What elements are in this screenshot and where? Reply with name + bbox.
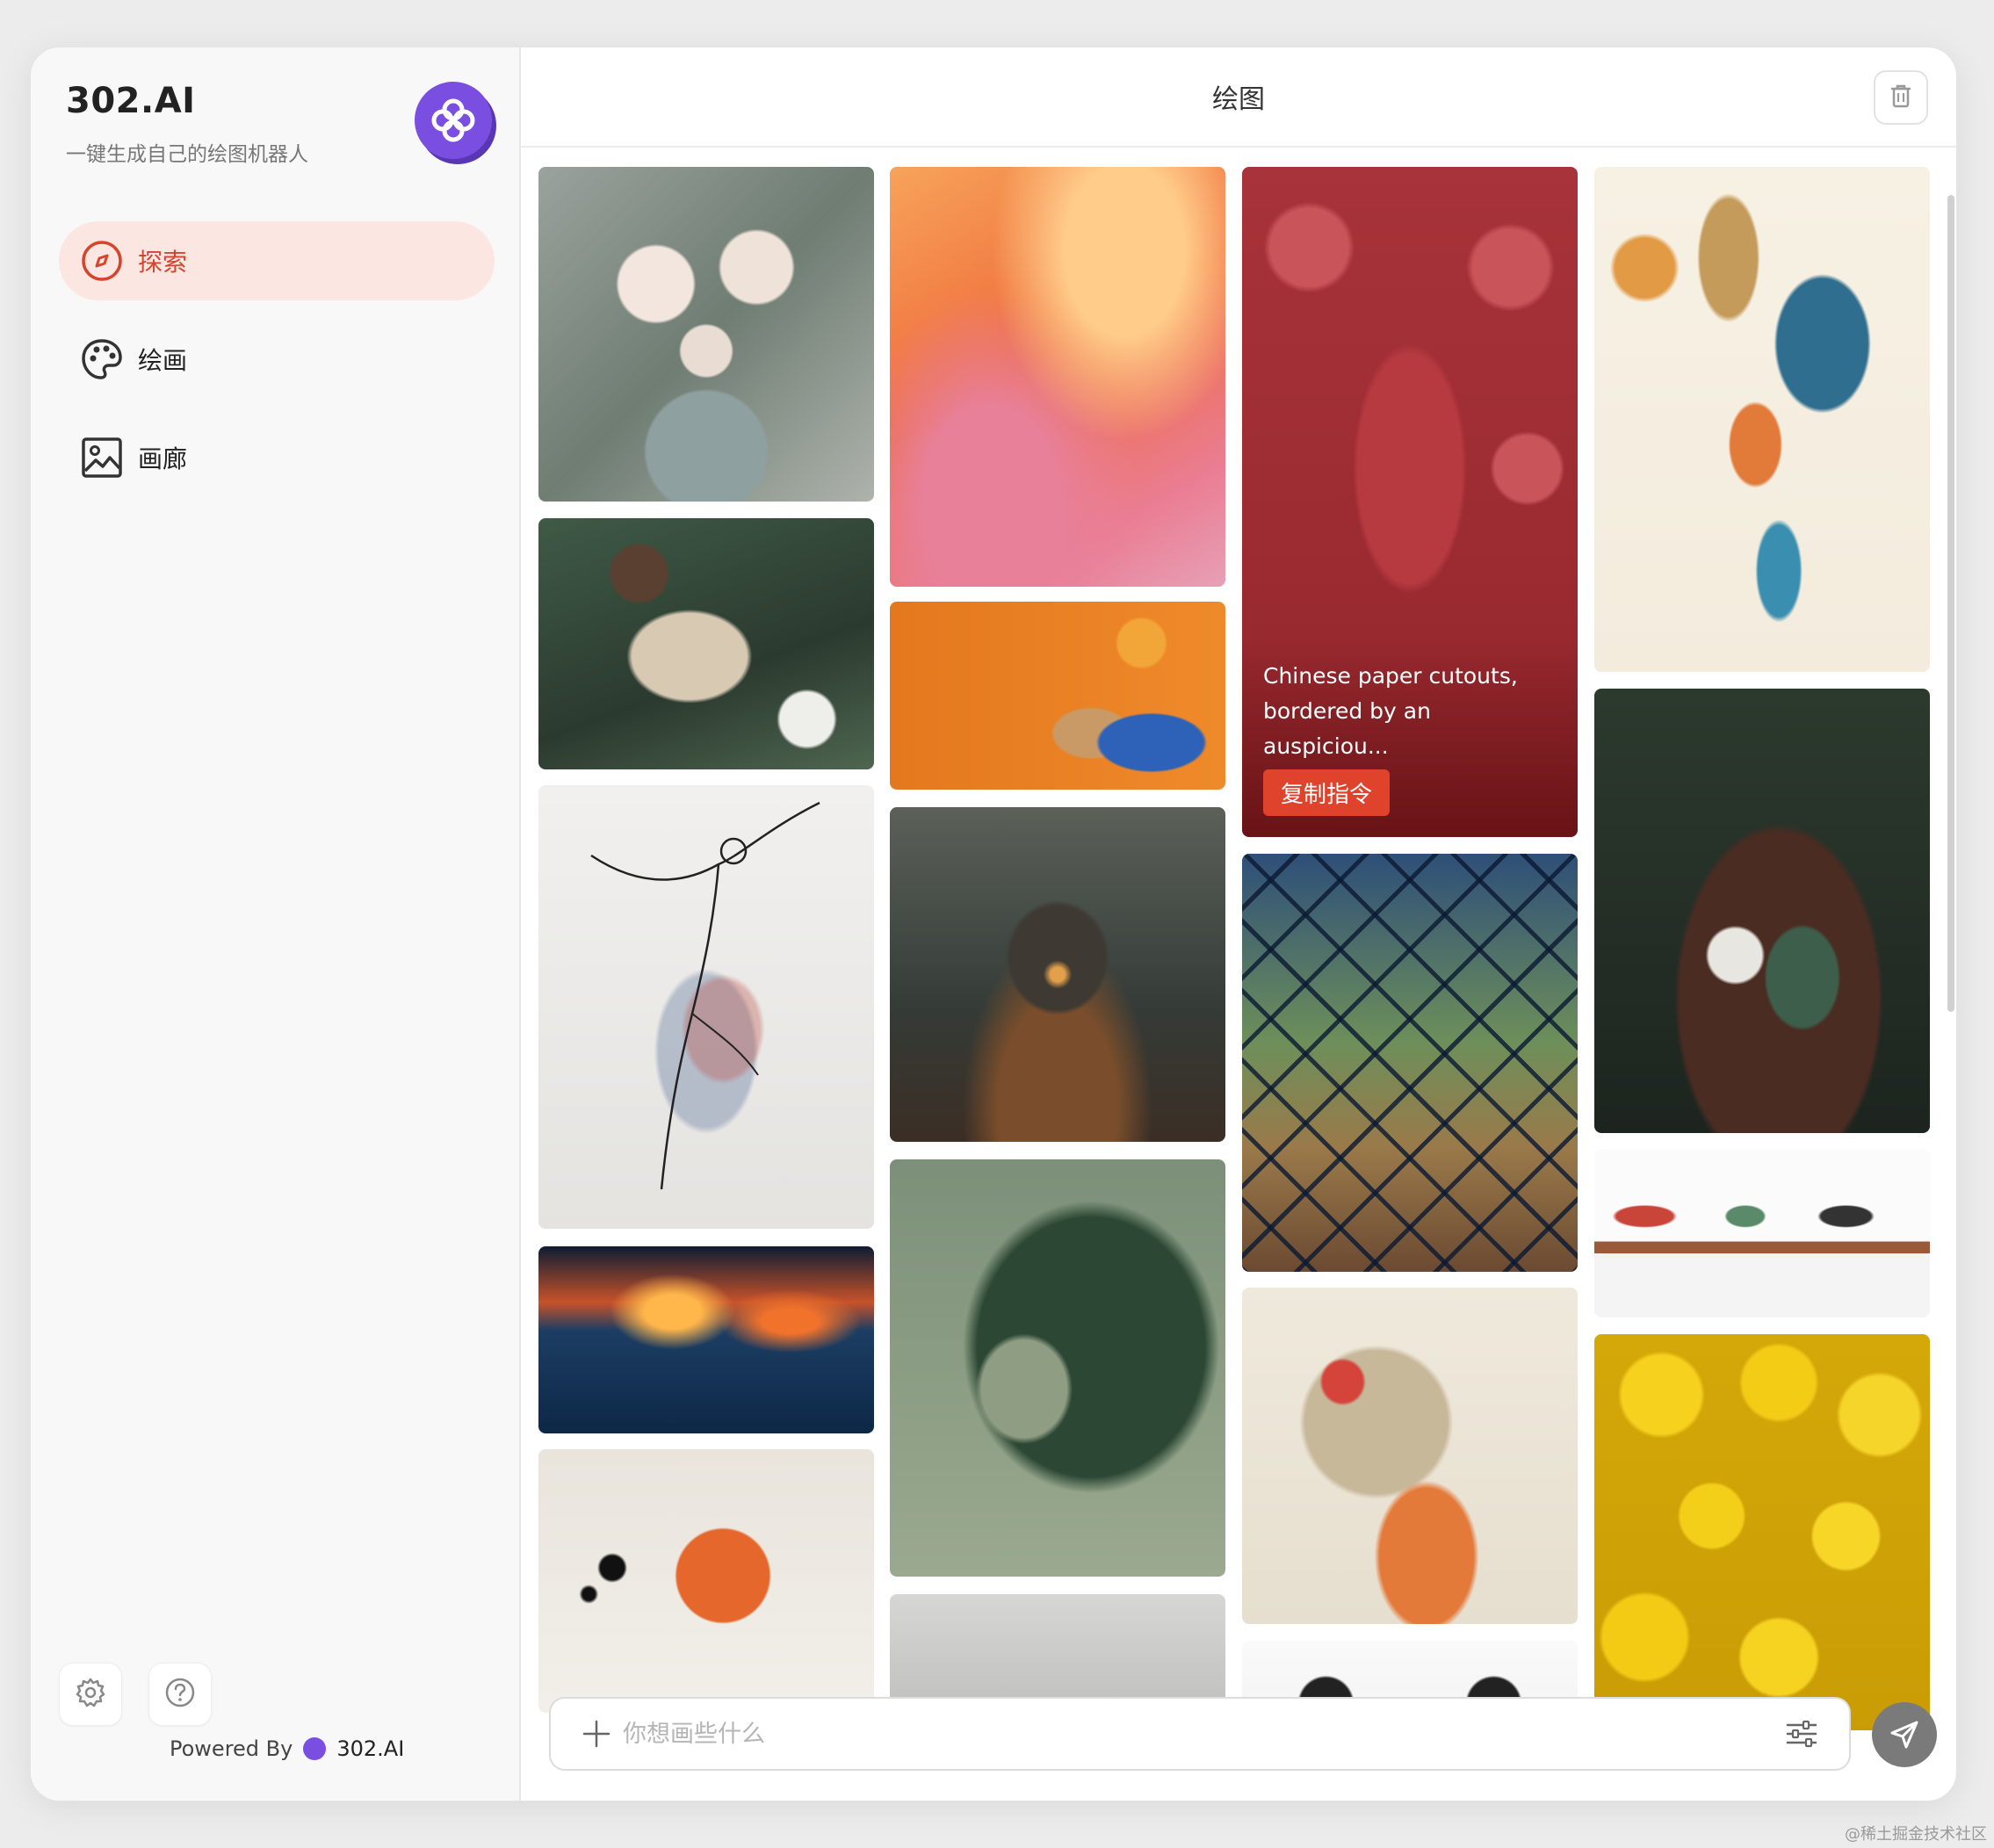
- plus-icon: [582, 1720, 610, 1748]
- gallery-image-classical-figure[interactable]: [538, 518, 874, 769]
- palette-icon: [78, 336, 126, 383]
- sidebar-item-gallery[interactable]: 画廊: [59, 418, 495, 497]
- gallery-image-forest-woman[interactable]: [890, 1159, 1225, 1577]
- gallery-image-delivery-man[interactable]: [890, 602, 1225, 790]
- image-gallery: Chinese paper cutouts, bordered by an au…: [521, 149, 1956, 1730]
- trash-icon: [1887, 82, 1915, 113]
- app-window: 302.AI 一键生成自己的绘图机器人 探索 绘画 画廊 Powered By …: [30, 47, 1957, 1801]
- gallery-image-lion-sketch[interactable]: [1242, 1288, 1578, 1624]
- dancer-lines: [590, 801, 820, 1190]
- image-prompt-text: Chinese paper cutouts, bordered by an au…: [1263, 663, 1518, 759]
- sidebar-item-label: 绘画: [138, 346, 188, 375]
- clear-button[interactable]: [1874, 70, 1928, 125]
- gallery-image-tea-table[interactable]: [1594, 689, 1930, 1133]
- settings-sliders-button[interactable]: [1782, 1714, 1821, 1753]
- gallery-image-paper-pagoda[interactable]: Chinese paper cutouts, bordered by an au…: [1242, 167, 1578, 837]
- help-icon: [164, 1677, 196, 1712]
- gallery-image-friends-bar[interactable]: [1594, 1149, 1930, 1317]
- sidebar-item-label: 画廊: [138, 444, 188, 473]
- gallery-image-chain-fence[interactable]: [1242, 854, 1578, 1272]
- add-attachment-button[interactable]: [579, 1716, 614, 1751]
- brand-subtitle: 一键生成自己的绘图机器人: [66, 143, 308, 166]
- image-hover-overlay: Chinese paper cutouts, bordered by an au…: [1242, 638, 1578, 837]
- image-icon: [78, 434, 126, 481]
- sidebar-item-draw[interactable]: 绘画: [59, 320, 495, 399]
- settings-button[interactable]: [59, 1663, 122, 1726]
- brand-logo-icon: [415, 82, 492, 159]
- powered-by: Powered By 302.AI: [170, 1736, 404, 1761]
- send-icon: [1890, 1721, 1918, 1749]
- gallery-image-dancer-sketch[interactable]: [538, 785, 874, 1229]
- brand-title: 302.AI: [66, 81, 196, 121]
- brand: 302.AI 一键生成自己的绘图机器人: [66, 81, 308, 167]
- scrollbar-thumb[interactable]: [1947, 195, 1954, 1012]
- main-panel: 绘图 Chinese paper cutouts, bordered by an…: [521, 47, 1956, 1801]
- gallery-image-fire-water[interactable]: [538, 1246, 874, 1433]
- send-button[interactable]: [1872, 1702, 1937, 1767]
- page-title: 绘图: [1212, 84, 1265, 115]
- powered-brand: 302.AI: [336, 1736, 405, 1761]
- sidebar-item-explore[interactable]: 探索: [59, 221, 495, 300]
- gallery-image-lemons[interactable]: [1594, 1334, 1930, 1730]
- sidebar-footer-buttons: [59, 1663, 212, 1726]
- top-bar: 绘图: [521, 47, 1956, 148]
- sliders-icon: [1786, 1720, 1817, 1748]
- sidebar: 302.AI 一键生成自己的绘图机器人 探索 绘画 画廊 Powered By …: [31, 47, 521, 1801]
- sidebar-item-label: 探索: [138, 248, 188, 277]
- prompt-input[interactable]: [623, 1720, 1782, 1748]
- gear-icon: [75, 1677, 106, 1712]
- copy-prompt-button[interactable]: 复制指令: [1263, 769, 1391, 816]
- sidebar-nav: 探索 绘画 画廊: [59, 221, 495, 516]
- powered-by-label: Powered By: [170, 1736, 293, 1761]
- prompt-composer: [549, 1697, 1851, 1771]
- help-button[interactable]: [148, 1663, 212, 1726]
- gallery-scrollbar[interactable]: [1946, 149, 1956, 1730]
- powered-logo-icon: [303, 1737, 327, 1760]
- compass-icon: [78, 237, 126, 285]
- gallery-image-peonies[interactable]: [538, 167, 874, 502]
- gallery-image-forest-cabin[interactable]: [890, 807, 1225, 1142]
- gallery-image-abstract-eye[interactable]: [538, 1449, 874, 1713]
- gallery-image-sea-stickers[interactable]: [1594, 167, 1930, 672]
- gallery-image-orange-silk[interactable]: [890, 167, 1225, 587]
- watermark: @稀土掘金技术社区: [1845, 1825, 1987, 1844]
